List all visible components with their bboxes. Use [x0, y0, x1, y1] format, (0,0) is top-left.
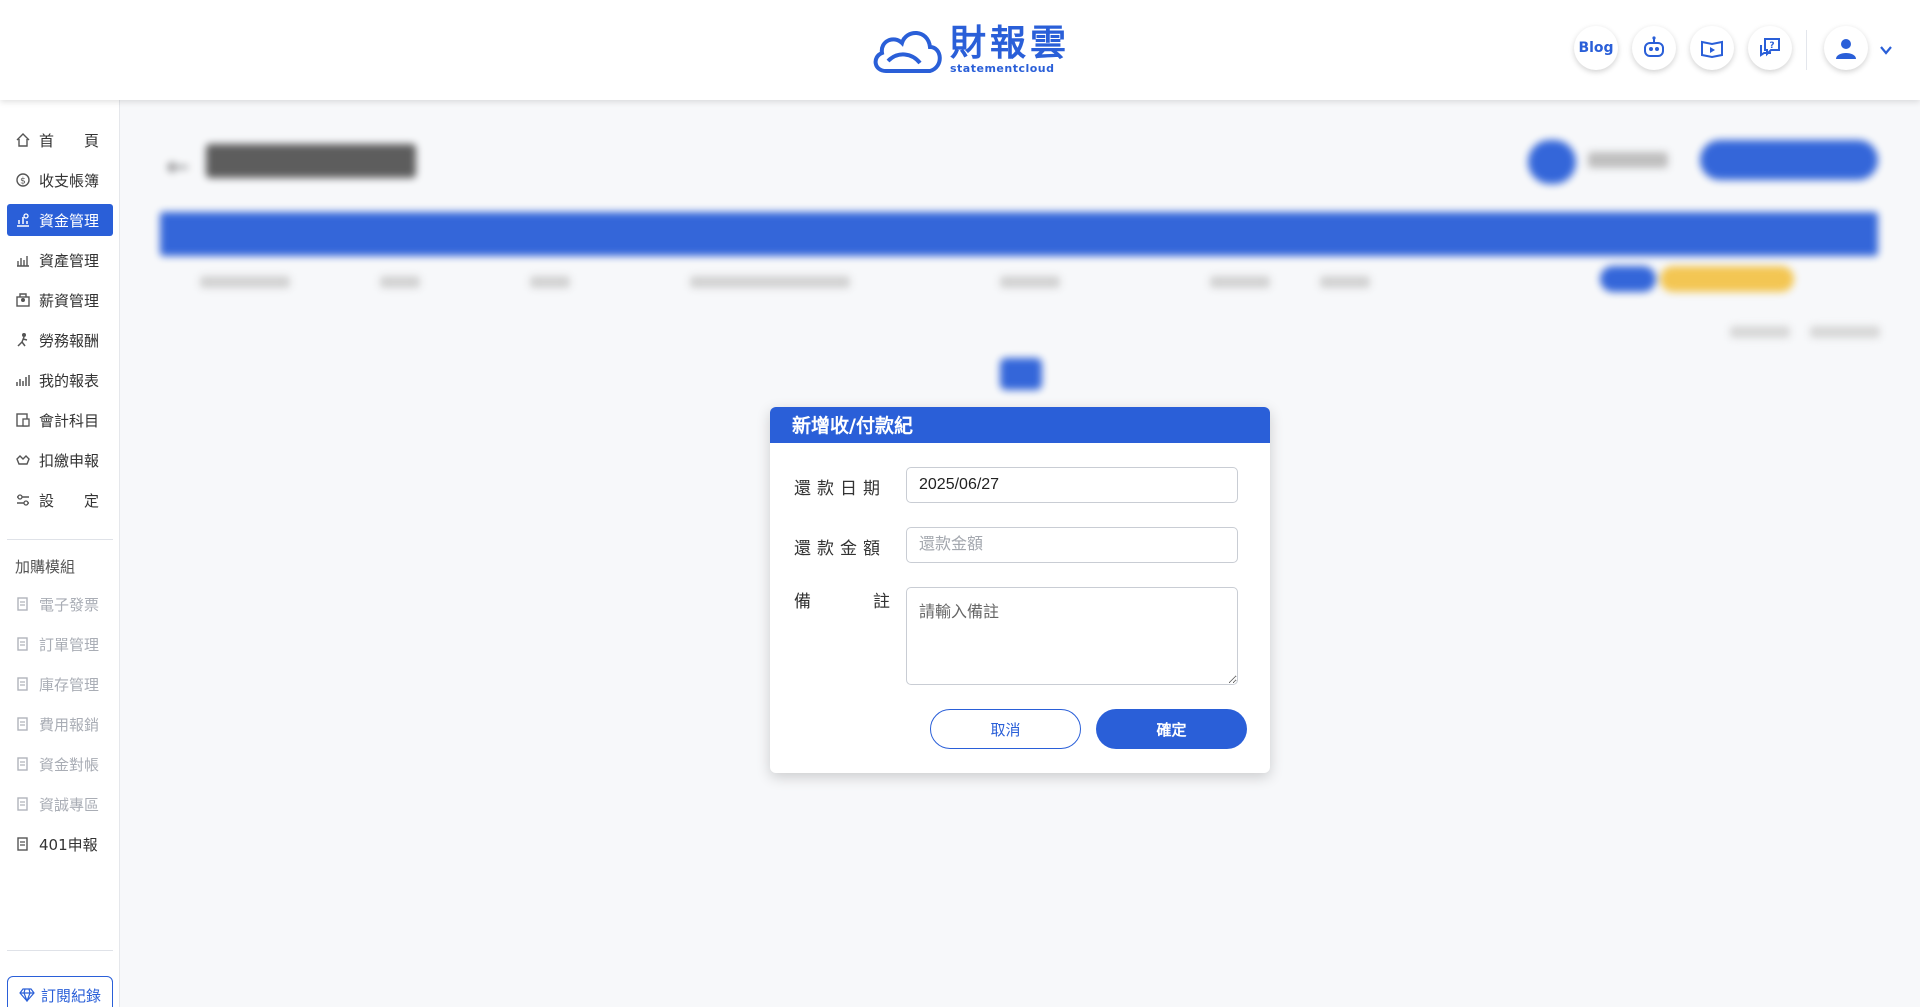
module-icon: [17, 597, 28, 611]
module-icon: [17, 837, 28, 851]
logo-chinese: 財報雲: [950, 23, 1071, 64]
blurred-action-label: [1588, 152, 1668, 168]
blurred-text: [1810, 326, 1880, 338]
video-book-icon: [1701, 40, 1723, 59]
help-chat-icon: ?: [1760, 38, 1780, 57]
sidebar-item-label: 會計科目: [39, 411, 100, 430]
sidebar-item-label: 我的報表: [39, 371, 100, 390]
confirm-button[interactable]: 確定: [1096, 709, 1247, 749]
module-icon: [17, 757, 28, 771]
sidebar-item-my-reports[interactable]: 我的報表: [7, 364, 113, 396]
diamond-icon: [19, 988, 35, 1002]
blurred-primary-button: [1700, 140, 1878, 180]
blog-button[interactable]: Blog: [1574, 26, 1618, 70]
sidebar-item-pwc-zone[interactable]: 資誠專區: [7, 788, 113, 820]
sidebar-item-home[interactable]: 首 頁: [7, 124, 113, 156]
sidebar-item-label: 庫存管理: [39, 675, 100, 694]
back-arrow-icon: ←: [166, 150, 190, 183]
report-icon: [16, 375, 30, 386]
settings-icon: [17, 494, 29, 506]
sidebar-item-asset-management[interactable]: 資產管理: [7, 244, 113, 276]
robot-button[interactable]: [1632, 26, 1676, 70]
sidebar-item-ledger[interactable]: $ 收支帳簿: [7, 164, 113, 196]
svg-text:?: ?: [1769, 41, 1774, 51]
chevron-down-icon[interactable]: [1878, 42, 1894, 58]
video-book-button[interactable]: [1690, 26, 1734, 70]
note-textarea[interactable]: [906, 587, 1238, 685]
page-title-placeholder: [206, 144, 416, 178]
sidebar-item-label: 收支帳簿: [39, 171, 100, 190]
sidebar-item-order-management[interactable]: 訂單管理: [7, 628, 113, 660]
blurred-table-header: [160, 212, 1878, 256]
repayment-amount-input[interactable]: [906, 527, 1238, 563]
salary-icon: [16, 293, 30, 307]
user-avatar-icon: [1836, 39, 1856, 59]
logo[interactable]: 財報雲 statementcloud: [870, 22, 1070, 78]
module-icon: [17, 797, 28, 811]
note-label: 備 註: [794, 587, 890, 612]
sidebar-item-labor-remuneration[interactable]: 勞務報酬: [7, 324, 113, 356]
sidebar-item-label: 設 定: [39, 491, 100, 510]
fund-icon: [17, 213, 29, 227]
repayment-date-label: 還款日期: [794, 479, 886, 499]
labor-icon: [17, 333, 28, 347]
module-icon: [17, 677, 28, 691]
sidebar-item-label: 扣繳申報: [39, 451, 100, 470]
coin-icon: $: [16, 173, 30, 187]
sidebar-item-label: 資金對帳: [39, 755, 100, 774]
addon-section-title: 加購模組: [15, 558, 76, 576]
sidebar-item-expense-reimbursement[interactable]: 費用報銷: [7, 708, 113, 740]
sidebar-item-label: 電子發票: [39, 595, 100, 614]
sidebar-item-fund-reconciliation[interactable]: 資金對帳: [7, 748, 113, 780]
sidebar-item-label: 資金管理: [39, 211, 100, 230]
sidebar-item-label: 訂單管理: [39, 635, 100, 654]
cancel-button[interactable]: 取消: [930, 709, 1081, 749]
blurred-pagination-current: [1000, 358, 1042, 390]
sidebar-item-e-invoice[interactable]: 電子發票: [7, 588, 113, 620]
robot-icon: [1644, 36, 1664, 57]
svg-text:$: $: [20, 177, 26, 187]
sidebar-item-label: 勞務報酬: [39, 331, 100, 350]
sidebar-item-salary-management[interactable]: 薪資管理: [7, 284, 113, 316]
sidebar-item-label: 首 頁: [39, 131, 100, 150]
asset-icon: [17, 256, 29, 267]
home-icon: [16, 133, 30, 147]
module-icon: [17, 717, 28, 731]
account-icon: [16, 413, 30, 427]
repayment-amount-label: 還款金額: [794, 539, 886, 559]
subscription-record-button[interactable]: 訂閱紀錄: [7, 976, 113, 1007]
sidebar-item-label: 資產管理: [39, 251, 100, 270]
blog-label: Blog: [1578, 40, 1614, 56]
sidebar-item-withholding-declaration[interactable]: 扣繳申報: [7, 444, 113, 476]
sidebar-item-label: 費用報銷: [39, 715, 100, 734]
add-payment-record-dialog: 新增收/付款紀 還款日期 還款金額 備 註 取消 確定: [770, 407, 1270, 773]
blurred-text: [1730, 326, 1790, 338]
sidebar-item-fund-management[interactable]: 資金管理: [7, 204, 113, 236]
header-divider: [1806, 30, 1807, 70]
blurred-tag: [1660, 266, 1794, 292]
sidebar: 首 頁 $ 收支帳簿 資金管理 資產管理 薪資管理 勞務報酬 我的報表 會計科目…: [0, 100, 120, 1007]
sidebar-item-401-declaration[interactable]: 401申報: [7, 828, 113, 860]
logo-english: statementcloud: [950, 62, 1055, 75]
user-avatar-button[interactable]: [1824, 26, 1868, 70]
sidebar-divider: [7, 950, 113, 951]
sidebar-item-label: 薪資管理: [39, 291, 100, 310]
sidebar-item-label: 401申報: [39, 835, 98, 854]
sidebar-item-label: 資誠專區: [39, 795, 100, 814]
sidebar-item-inventory-management[interactable]: 庫存管理: [7, 668, 113, 700]
blurred-action-button: [1528, 140, 1576, 184]
tax-icon: [16, 455, 30, 465]
subscription-label: 訂閱紀錄: [40, 986, 101, 1005]
cloud-logo-icon: [873, 31, 942, 73]
sidebar-item-accounting-subjects[interactable]: 會計科目: [7, 404, 113, 436]
note-label-text: 備 註: [794, 592, 890, 612]
top-header: 財報雲 statementcloud Blog ?: [0, 0, 1920, 100]
sidebar-divider: [7, 539, 113, 540]
repayment-date-input[interactable]: [906, 467, 1238, 503]
blurred-tag: [1600, 266, 1656, 292]
dialog-title: 新增收/付款紀: [770, 407, 1270, 443]
sidebar-item-settings[interactable]: 設 定: [7, 484, 113, 516]
help-chat-button[interactable]: ?: [1748, 26, 1792, 70]
module-icon: [17, 637, 28, 651]
